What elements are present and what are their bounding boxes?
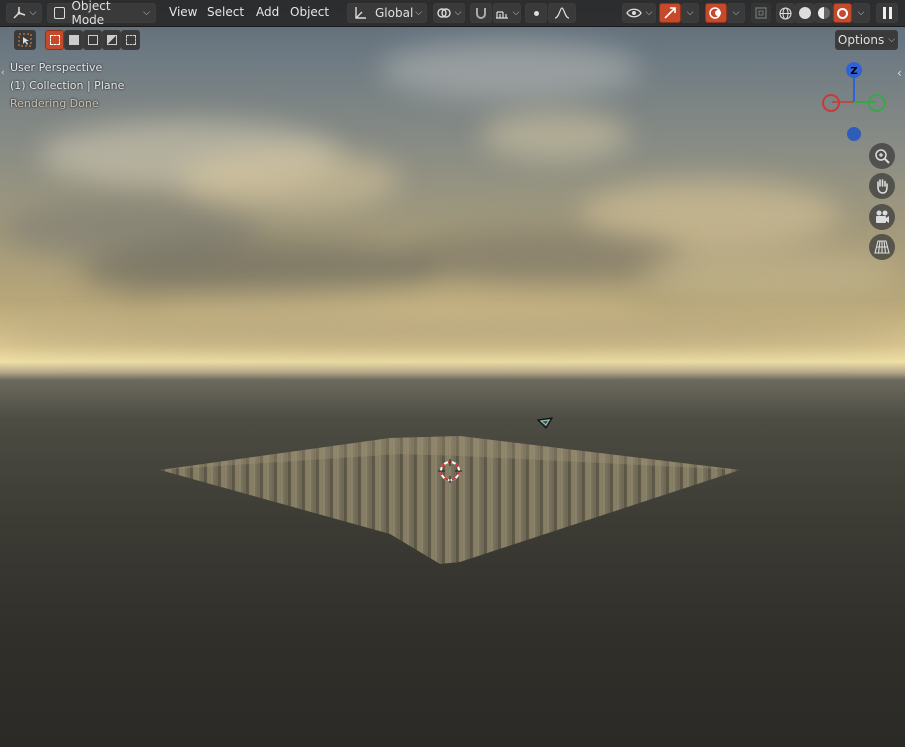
select-mode-new-button[interactable]	[45, 30, 64, 50]
solid-sphere-icon	[798, 7, 811, 19]
options-dropdown[interactable]: Options ⌵	[835, 30, 898, 50]
zoom-button[interactable]	[869, 143, 895, 169]
mode-label: Object Mode	[71, 0, 111, 27]
shading-dropdown[interactable]: ⌵	[852, 3, 870, 23]
sidebar-expand-icon[interactable]: ‹	[897, 66, 902, 80]
orientation-axes-icon	[355, 7, 366, 19]
orientation-label: Global	[375, 6, 414, 20]
cloud	[480, 110, 630, 160]
menu-add[interactable]: Add	[256, 5, 279, 19]
3d-cursor-icon[interactable]	[438, 459, 462, 483]
chevron-down-icon: ⌵	[645, 8, 653, 18]
menu-view[interactable]: View	[169, 5, 197, 19]
pan-button[interactable]	[869, 173, 895, 199]
select-mode-intersect-button[interactable]	[121, 30, 140, 50]
overlays-dropdown[interactable]: ⌵	[727, 3, 745, 23]
navigation-gizmo[interactable]: Z	[818, 60, 890, 146]
snap-toggle[interactable]	[470, 3, 492, 23]
overlay-circles-icon	[709, 7, 721, 19]
eye-icon	[625, 8, 642, 18]
proportional-edit-toggle[interactable]	[525, 3, 547, 23]
shading-rendered-button[interactable]	[833, 3, 852, 23]
chevron-down-icon: ⌵	[512, 8, 520, 18]
collection-info: (1) Collection | Plane	[10, 79, 125, 92]
dot-icon	[533, 10, 539, 16]
shading-wireframe-button[interactable]	[776, 3, 795, 23]
pause-icon	[882, 7, 892, 19]
select-invert-icon	[106, 35, 117, 45]
chevron-down-icon: ⌵	[454, 8, 462, 18]
rendered-sphere-icon	[837, 7, 848, 19]
active-tool-button[interactable]	[14, 30, 36, 50]
select-mode-subtract-button[interactable]	[83, 30, 102, 50]
select-intersect-icon	[125, 35, 136, 45]
chevron-down-icon: ⌵	[415, 8, 422, 18]
chevron-down-icon: ⌵	[29, 8, 37, 18]
snap-increment-icon	[495, 11, 508, 19]
select-mode-invert-button[interactable]	[102, 30, 121, 50]
overlays-toggle[interactable]	[705, 3, 727, 23]
camera-object-icon[interactable]	[537, 417, 555, 431]
xray-toggle[interactable]	[751, 3, 771, 23]
object-mode-icon	[54, 7, 66, 19]
material-sphere-icon	[817, 7, 830, 19]
visibility-dropdown[interactable]: ⌵	[622, 3, 656, 23]
select-new-icon	[49, 35, 60, 45]
chevron-down-icon: ⌵	[732, 8, 740, 18]
gizmo-toggle[interactable]	[659, 3, 681, 23]
menu-select[interactable]: Select	[207, 5, 244, 19]
camera-view-button[interactable]	[869, 204, 895, 230]
viewport-header: ⌵ Object Mode ⌵ View Select Add Object G…	[0, 0, 905, 27]
select-extend-icon	[68, 35, 79, 45]
shading-material-button[interactable]	[814, 3, 833, 23]
zoom-in-icon	[875, 149, 890, 164]
toolbar-expand-icon[interactable]: ‹	[1, 68, 5, 78]
chevron-down-icon: ⌵	[143, 8, 150, 18]
render-status: Rendering Done	[10, 97, 99, 110]
select-mode-extend-button[interactable]	[64, 30, 83, 50]
chevron-down-icon: ⌵	[686, 8, 694, 18]
wireframe-sphere-icon	[779, 6, 792, 20]
chevron-down-icon: ⌵	[888, 35, 896, 45]
viewport-axes-icon	[13, 7, 25, 19]
mode-dropdown[interactable]: Object Mode ⌵	[47, 0, 156, 27]
pivot-point-dropdown[interactable]: ⌵	[433, 3, 465, 23]
3d-viewport[interactable]	[0, 0, 905, 747]
menu-object[interactable]: Object	[290, 5, 329, 19]
cloud	[400, 230, 680, 285]
perspective-toggle-button[interactable]	[869, 234, 895, 260]
snap-target-dropdown[interactable]: ⌵	[493, 3, 521, 23]
gizmo-arrow-icon	[664, 7, 676, 19]
select-cursor-icon	[18, 33, 32, 47]
select-subtract-icon	[87, 35, 98, 45]
terrain-plane[interactable]	[160, 436, 740, 568]
cloud	[180, 150, 400, 210]
shading-solid-button[interactable]	[795, 3, 814, 23]
options-label: Options	[837, 33, 885, 47]
hand-icon	[877, 179, 888, 194]
transform-orientation-dropdown[interactable]: Global ⌵	[347, 3, 427, 23]
pause-render-button[interactable]	[876, 3, 898, 23]
cloud	[0, 320, 905, 350]
cloud	[380, 40, 640, 100]
magnet-icon	[476, 8, 486, 19]
falloff-curve-icon	[554, 7, 570, 19]
gizmo-z-label: Z	[850, 66, 857, 77]
view-name: User Perspective	[10, 61, 103, 74]
link-icon	[436, 8, 451, 18]
camera-icon	[876, 210, 889, 223]
cloud	[640, 250, 900, 300]
grid-perspective-icon	[874, 240, 890, 254]
editor-type-button[interactable]: ⌵	[6, 3, 42, 23]
chevron-down-icon: ⌵	[857, 8, 865, 18]
falloff-dropdown[interactable]	[548, 3, 576, 23]
xray-icon	[755, 7, 767, 19]
gizmo-dropdown[interactable]: ⌵	[681, 3, 699, 23]
